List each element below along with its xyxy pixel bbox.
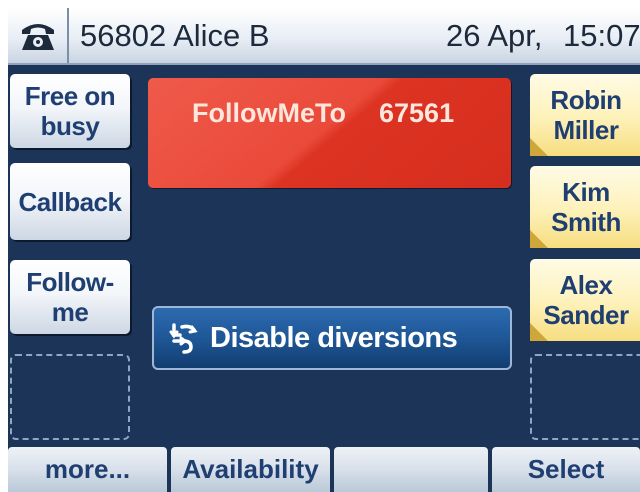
callback-key[interactable]: Callback	[10, 163, 130, 240]
contact-name: Robin Miller	[550, 85, 622, 145]
page-fold-icon	[530, 323, 548, 341]
contact-name: Alex Sander	[543, 270, 629, 330]
follow-me-key[interactable]: Follow- me	[10, 260, 130, 334]
free-on-busy-key[interactable]: Free on busy	[10, 74, 130, 148]
empty-right-key-slot[interactable]	[530, 354, 640, 440]
empty-left-key-slot[interactable]	[10, 354, 130, 440]
empty-softkey[interactable]	[334, 447, 488, 492]
phone-screen: 56802 Alice B 26 Apr, 15:07 Free on busy…	[8, 8, 640, 492]
availability-button[interactable]: Availability	[171, 447, 330, 492]
contact-name: Kim Smith	[551, 177, 621, 237]
call-label: FollowMeTo	[192, 98, 346, 128]
call-status-panel: FollowMeTo 67561	[148, 78, 511, 188]
line-identity: 56802 Alice B	[80, 18, 270, 53]
time-display: 15:07	[563, 18, 640, 53]
status-header: 56802 Alice B 26 Apr, 15:07	[8, 8, 640, 65]
diversion-icon	[169, 323, 198, 354]
call-number: 67561	[379, 98, 455, 128]
bottom-softkey-bar: more... Availability Select	[8, 445, 640, 492]
callback-label: Callback	[18, 186, 122, 217]
disable-diversions-button[interactable]: Disable diversions	[152, 306, 512, 370]
follow-me-label: Follow- me	[26, 267, 114, 327]
phone-icon	[21, 23, 54, 50]
phone-icon-box	[8, 8, 69, 63]
date-display: 26 Apr,	[446, 18, 543, 53]
contact-key-kim-smith[interactable]: Kim Smith	[530, 166, 640, 248]
select-button[interactable]: Select	[492, 447, 640, 492]
more-button[interactable]: more...	[8, 447, 167, 492]
contact-key-robin-miller[interactable]: Robin Miller	[530, 74, 640, 156]
contact-key-alex-sander[interactable]: Alex Sander	[530, 259, 640, 341]
free-on-busy-label: Free on busy	[24, 81, 116, 141]
page-fold-icon	[530, 230, 548, 248]
page-fold-icon	[530, 138, 548, 156]
disable-diversions-label: Disable diversions	[210, 321, 458, 354]
